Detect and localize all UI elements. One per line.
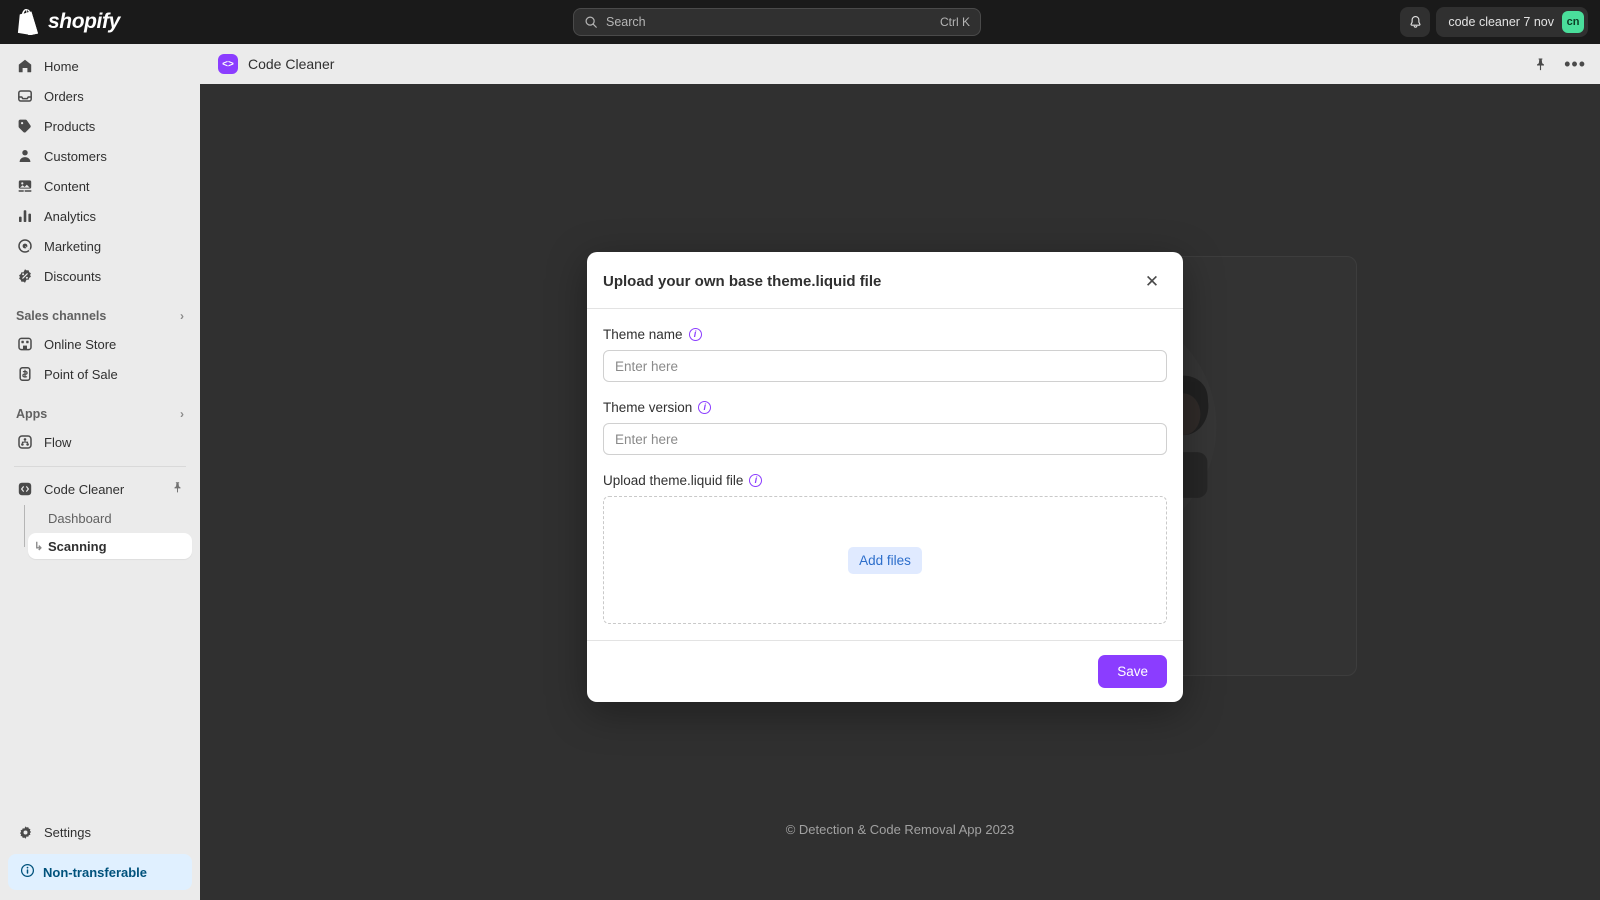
upload-file-label: Upload theme.liquid file i [603, 473, 1167, 488]
theme-version-label: Theme version i [603, 400, 1167, 415]
modal-body: Theme name i Theme version i Upload them… [587, 309, 1183, 640]
info-circle-icon[interactable]: i [698, 401, 712, 414]
theme-version-field: Theme version i [603, 400, 1167, 455]
modal-footer: Save [587, 640, 1183, 702]
theme-name-field: Theme name i [603, 327, 1167, 382]
info-circle-icon[interactable]: i [688, 328, 702, 341]
upload-theme-modal: Upload your own base theme.liquid file ✕… [587, 252, 1183, 702]
field-label-text: Theme version [603, 400, 693, 415]
theme-name-input[interactable] [603, 350, 1167, 382]
close-icon[interactable]: ✕ [1141, 270, 1163, 292]
theme-version-input[interactable] [603, 423, 1167, 455]
file-dropzone[interactable]: Add files [603, 496, 1167, 624]
modal-title: Upload your own base theme.liquid file [603, 272, 882, 290]
shopify-admin-window: shopify Search Ctrl K code cleaner 7 nov… [0, 0, 1600, 900]
upload-file-field: Upload theme.liquid file i Add files [603, 473, 1167, 624]
modal-layer: Upload your own base theme.liquid file ✕… [0, 0, 1600, 900]
save-button[interactable]: Save [1098, 655, 1167, 688]
field-label-text: Theme name [603, 327, 683, 342]
theme-name-label: Theme name i [603, 327, 1167, 342]
add-files-button[interactable]: Add files [848, 546, 922, 574]
modal-header: Upload your own base theme.liquid file ✕ [587, 252, 1183, 309]
info-circle-icon[interactable]: i [749, 474, 763, 487]
field-label-text: Upload theme.liquid file [603, 473, 744, 488]
